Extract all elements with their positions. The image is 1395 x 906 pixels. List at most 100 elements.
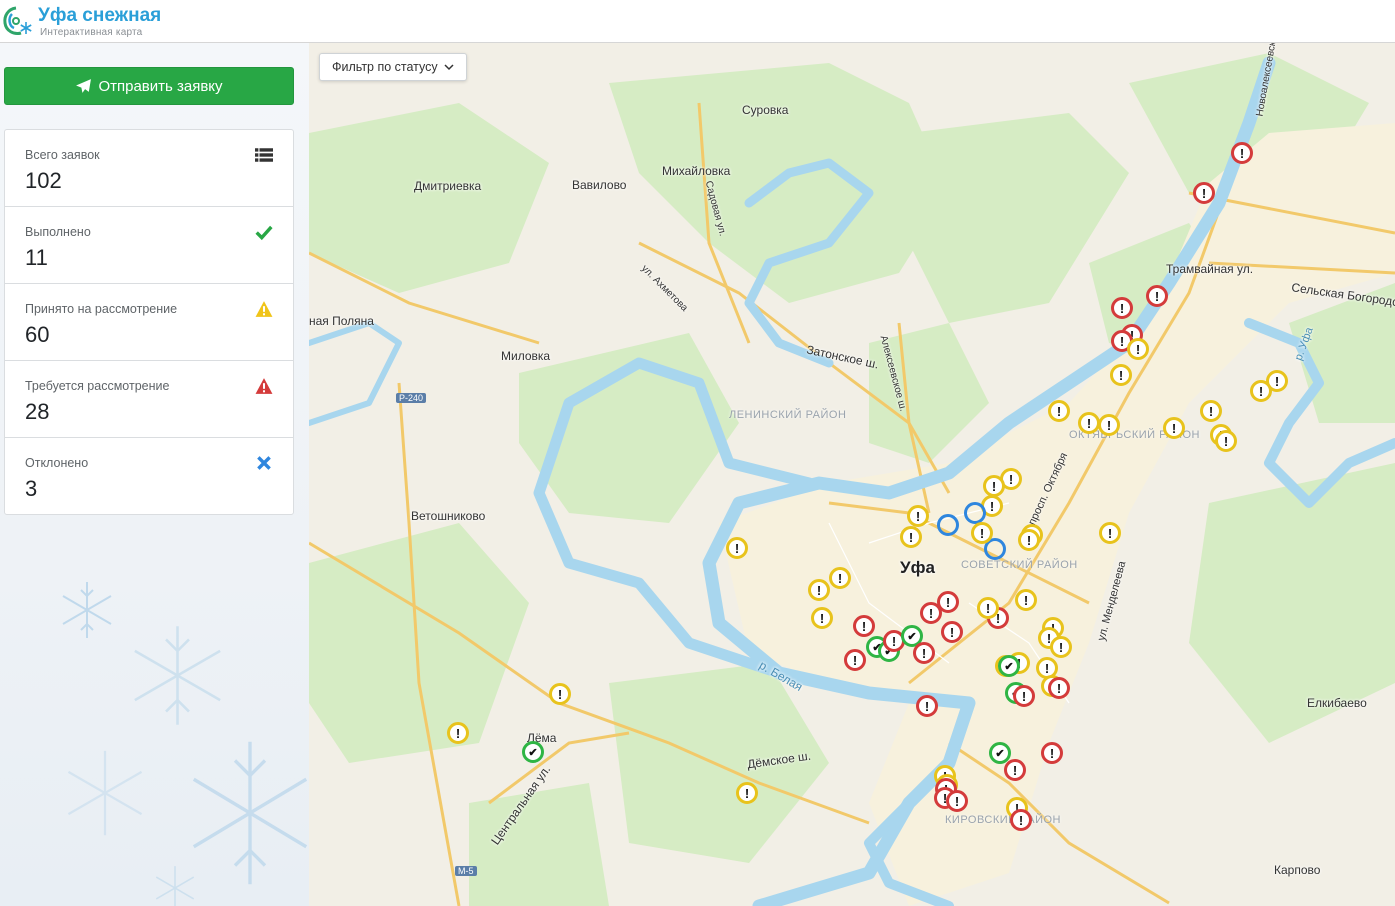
interactive-map[interactable]: Фильтр по статусу Суровка Михайловка Дми… <box>309 43 1395 906</box>
request-marker-accepted[interactable]: ! <box>1098 414 1120 436</box>
road-shield: М-5 <box>455 866 477 876</box>
cross-icon <box>257 456 271 470</box>
request-marker-accepted[interactable]: ! <box>971 522 993 544</box>
stat-label: Принято на рассмотрение <box>25 302 178 316</box>
request-marker-done[interactable]: ✔ <box>989 742 1011 764</box>
request-marker-accepted[interactable]: ! <box>1250 380 1272 402</box>
request-marker-required[interactable]: ! <box>913 642 935 664</box>
stat-label: Отклонено <box>25 456 89 470</box>
stat-required[interactable]: Требуется рассмотрение 28 <box>5 361 293 438</box>
chevron-down-icon <box>444 64 454 71</box>
snowflake-icon <box>67 750 143 836</box>
request-marker-accepted[interactable]: ! <box>900 526 922 548</box>
check-icon <box>255 225 273 241</box>
stat-value: 3 <box>25 476 38 501</box>
place-label: Елкибаево <box>1307 696 1367 710</box>
request-marker-required[interactable]: ! <box>946 790 968 812</box>
request-marker-done[interactable]: ✔ <box>998 655 1020 677</box>
request-marker-required[interactable]: ! <box>1041 742 1063 764</box>
snowflake-icon <box>155 866 195 906</box>
request-marker-accepted[interactable]: ! <box>1099 522 1121 544</box>
request-marker-required[interactable]: ! <box>1146 285 1168 307</box>
stat-value: 11 <box>25 245 48 270</box>
request-marker-rejected[interactable] <box>964 502 986 524</box>
list-icon <box>255 148 273 162</box>
request-marker-accepted[interactable]: ! <box>983 475 1005 497</box>
place-label: ная Поляна <box>309 314 374 328</box>
request-marker-required[interactable]: ! <box>916 695 938 717</box>
place-label: Дмитриевка <box>414 179 482 193</box>
request-marker-accepted[interactable]: ! <box>1200 400 1222 422</box>
stat-value: 60 <box>25 322 50 347</box>
request-marker-accepted[interactable]: ! <box>736 782 758 804</box>
request-marker-accepted[interactable]: ! <box>1050 636 1072 658</box>
request-marker-done[interactable]: ✔ <box>522 741 544 763</box>
district-label: СОВЕТСКИЙ РАЙОН <box>961 559 1078 571</box>
request-marker-accepted[interactable]: ! <box>1110 364 1132 386</box>
request-marker-accepted[interactable]: ! <box>549 683 571 705</box>
sidebar: Отправить заявку Всего заявок 102 Выполн… <box>0 43 309 906</box>
stat-accepted[interactable]: Принято на рассмотрение 60 <box>5 284 293 361</box>
request-marker-accepted[interactable]: ! <box>829 567 851 589</box>
stat-value: 102 <box>25 168 62 193</box>
request-marker-accepted[interactable]: ! <box>977 597 999 619</box>
send-request-label: Отправить заявку <box>98 77 223 95</box>
stats-panel: Всего заявок 102 Выполнено 11 Принято на… <box>4 129 294 515</box>
place-label: Карпово <box>1274 863 1321 877</box>
request-marker-accepted[interactable]: ! <box>1048 400 1070 422</box>
city-label: Уфа <box>900 558 935 577</box>
stat-label: Требуется рассмотрение <box>25 379 170 393</box>
request-marker-accepted[interactable]: ! <box>1127 338 1149 360</box>
paper-plane-icon <box>76 78 92 93</box>
stat-done[interactable]: Выполнено 11 <box>5 207 293 284</box>
request-marker-required[interactable]: ! <box>1111 297 1133 319</box>
request-marker-accepted[interactable]: ! <box>811 607 833 629</box>
alert-icon <box>255 378 273 394</box>
place-label: Вавилово <box>572 178 627 192</box>
request-marker-required[interactable]: ! <box>1048 677 1070 699</box>
logo-icon <box>2 4 34 38</box>
place-label: Михайловка <box>662 164 731 178</box>
app-header: Уфа снежная Интерактивная карта <box>0 0 1395 43</box>
stat-label: Выполнено <box>25 225 91 239</box>
request-marker-required[interactable]: ! <box>1013 685 1035 707</box>
stat-rejected[interactable]: Отклонено 3 <box>5 438 293 514</box>
request-marker-accepted[interactable]: ! <box>1018 529 1040 551</box>
stat-total[interactable]: Всего заявок 102 <box>5 130 293 207</box>
snowflake-icon <box>134 626 221 725</box>
road-shield: Р-240 <box>396 393 427 403</box>
district-label: ЛЕНИНСКИЙ РАЙОН <box>729 409 847 421</box>
request-marker-required[interactable]: ! <box>844 649 866 671</box>
send-request-button[interactable]: Отправить заявку <box>4 67 294 105</box>
request-marker-accepted[interactable]: ! <box>447 722 469 744</box>
request-marker-accepted[interactable]: ! <box>1078 412 1100 434</box>
request-marker-accepted[interactable]: ! <box>808 579 830 601</box>
request-marker-required[interactable]: ! <box>1010 809 1032 831</box>
request-marker-accepted[interactable]: ! <box>726 537 748 559</box>
request-marker-accepted[interactable]: ! <box>1163 417 1185 439</box>
request-marker-required[interactable]: ! <box>1004 759 1026 781</box>
request-marker-rejected[interactable] <box>937 514 959 536</box>
status-filter-label: Фильтр по статусу <box>332 60 438 74</box>
place-label: Миловка <box>501 349 551 363</box>
place-label: Ветошниково <box>411 509 486 523</box>
request-marker-required[interactable]: ! <box>937 591 959 613</box>
request-marker-accepted[interactable]: ! <box>907 505 929 527</box>
request-marker-required[interactable]: ! <box>941 621 963 643</box>
request-marker-required[interactable]: ! <box>1193 182 1215 204</box>
warning-icon <box>255 301 273 317</box>
stat-label: Всего заявок <box>25 148 100 162</box>
snowflake-icon <box>192 741 308 885</box>
place-label: Суровка <box>742 103 789 117</box>
request-marker-accepted[interactable]: ! <box>1215 430 1237 452</box>
app-title: Уфа снежная <box>38 5 162 26</box>
snowflake-icon <box>62 582 112 638</box>
request-marker-required[interactable]: ! <box>853 615 875 637</box>
app-subtitle: Интерактивная карта <box>40 27 143 38</box>
district-label: КИРОВСКИЙ РАЙОН <box>945 814 1062 826</box>
place-label: Трамвайная ул. <box>1166 262 1254 276</box>
status-filter-dropdown[interactable]: Фильтр по статусу <box>319 53 467 81</box>
request-marker-required[interactable]: ! <box>1231 142 1253 164</box>
request-marker-accepted[interactable]: ! <box>1015 589 1037 611</box>
map-base <box>309 53 1395 906</box>
